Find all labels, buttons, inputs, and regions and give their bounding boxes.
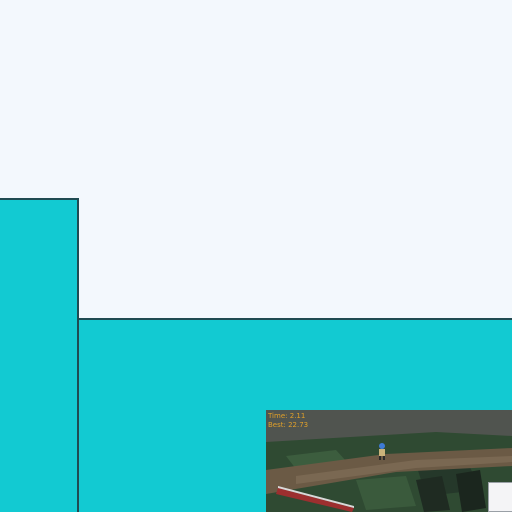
left-panel <box>0 198 79 512</box>
time-value: 2.11 <box>289 412 306 420</box>
best-readout: Best: 22.73 <box>268 421 308 430</box>
screen: Time: 2.11 Best: 22.73 <box>0 0 512 512</box>
time-readout: Time: 2.11 <box>268 412 308 421</box>
best-value: 22.73 <box>288 421 309 429</box>
overlay-card[interactable] <box>488 482 512 512</box>
time-label: Time: <box>268 412 288 420</box>
game-view[interactable]: Time: 2.11 Best: 22.73 <box>266 410 512 512</box>
game-hud: Time: 2.11 Best: 22.73 <box>268 412 308 430</box>
best-label: Best: <box>268 421 286 429</box>
